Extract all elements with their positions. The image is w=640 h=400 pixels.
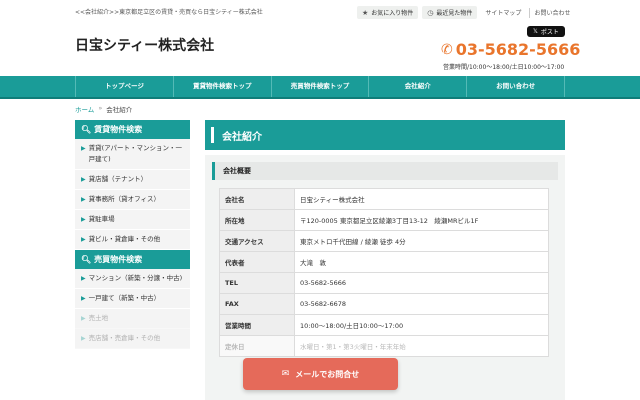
table-row: 営業時間 10:00〜18:00/土日10:00〜17:00: [219, 314, 549, 336]
chevron-right-icon: ▶: [81, 275, 86, 282]
contact-link[interactable]: お問い合わせ: [529, 7, 574, 18]
recent-button[interactable]: ◷ 最近見た物件: [422, 6, 478, 19]
site-logo[interactable]: 日宝シティー株式会社: [75, 35, 214, 55]
sidebar-item-rent-residential[interactable]: ▶ 賃貸(アパート・マンション・一戸建て): [75, 139, 190, 170]
row-key: 会社名: [219, 188, 295, 210]
row-value: 大滝 敦: [294, 251, 549, 273]
row-value: 〒120-0005 東京都足立区綾瀬3丁目13-12 綾瀬MRビル1F: [294, 209, 549, 231]
sidebar-item-rent-parking[interactable]: ▶ 貸駐車場: [75, 210, 190, 230]
page-title-text: 会社紹介: [222, 131, 262, 143]
row-key: 定休日: [219, 335, 295, 357]
business-hours: 営業時間/10:00〜18:00/土日10:00〜17:00: [443, 64, 565, 71]
row-key: 営業時間: [219, 314, 295, 336]
phone-number[interactable]: ✆ 03-5682-5666: [441, 40, 580, 59]
post-label: ポスト: [540, 29, 559, 36]
breadcrumb-separator: »: [98, 104, 103, 112]
row-value: 03-5682-6678: [294, 293, 549, 315]
row-value: 03-5682-5666: [294, 272, 549, 294]
row-key: FAX: [219, 293, 295, 315]
nav-top[interactable]: トップページ: [75, 76, 174, 97]
history-icon: ◷: [427, 8, 434, 17]
sidebar-item-sale-house[interactable]: ▶ 一戸建て（新築・中古）: [75, 289, 190, 309]
sidebar-item-rent-building[interactable]: ▶ 貸ビル・貸倉庫・その他: [75, 230, 190, 250]
rent-search-heading: 🔍︎ 賃貸物件検索: [75, 120, 190, 139]
table-row: 交通アクセス 東京メトロ千代田線 / 綾瀬 徒歩 4分: [219, 230, 549, 252]
phone-icon: ✆: [441, 41, 453, 58]
table-row: 代表者 大滝 敦: [219, 251, 549, 273]
row-value: 東京メトロ千代田線 / 綾瀬 徒歩 4分: [294, 230, 549, 252]
sidebar-item-label: 売土地: [88, 314, 109, 322]
sidebar-item-rent-shop[interactable]: ▶ 貸店舗（テナント）: [75, 170, 190, 190]
sidebar-item-label: 売店舗・売倉庫・その他: [88, 334, 161, 342]
row-key: TEL: [219, 272, 295, 294]
sidebar-item-sale-other[interactable]: ▶ 売店舗・売倉庫・その他: [75, 329, 190, 349]
x-post-button[interactable]: 𝕏 ポスト: [527, 26, 565, 37]
global-nav: トップページ 賃貸物件検索トップ 売買物件検索トップ 会社紹介 お問い合わせ: [0, 76, 640, 99]
search-icon: 🔍︎: [81, 255, 92, 264]
table-row: 会社名 日宝シティー株式会社: [219, 188, 549, 210]
sale-search-list: ▶ マンション（新築・分譲・中古) ▶ 一戸建て（新築・中古） ▶ 売土地 ▶ 売店舗・…: [75, 269, 190, 349]
star-icon: ★: [362, 8, 369, 17]
row-value: 10:00〜18:00/土日10:00〜17:00: [294, 314, 549, 336]
sidebar-item-label: 一戸建て（新築・中古）: [88, 294, 161, 302]
table-row: 定休日 水曜日・第1・第3火曜日・年末年始: [219, 335, 549, 357]
sitemap-link[interactable]: サイトマップ: [481, 8, 525, 18]
rent-search-list: ▶ 賃貸(アパート・マンション・一戸建て) ▶ 貸店舗（テナント） ▶ 貸事務所（貸オ…: [75, 139, 190, 250]
favorites-button[interactable]: ★ お気に入り物件: [357, 6, 419, 19]
sidebar-item-label: 貸事務所（貸オフィス）: [88, 195, 160, 203]
sidebar-item-label: マンション（新築・分譲・中古): [88, 274, 183, 282]
header-tagline: <<会社紹介>>東京都足立区の賃貸・売買なら日宝シティー株式会社: [75, 9, 263, 16]
nav-contact[interactable]: お問い合わせ: [467, 76, 565, 97]
row-value: 日宝シティー株式会社: [294, 188, 549, 210]
sidebar: 🔍︎ 賃貸物件検索 ▶ 賃貸(アパート・マンション・一戸建て) ▶ 貸店舗（テナント…: [75, 120, 190, 349]
page-title: 会社紹介: [205, 120, 565, 150]
site-header: <<会社紹介>>東京都足立区の賃貸・売買なら日宝シティー株式会社 ★ お気に入り…: [0, 0, 640, 76]
row-key: 代表者: [219, 251, 295, 273]
mail-contact-button[interactable]: ✉ メールでお問合せ: [243, 358, 398, 390]
title-accent-bar: [211, 127, 214, 143]
favorites-label: お気に入り物件: [371, 10, 414, 17]
chevron-right-icon: ▶: [81, 236, 86, 243]
nav-sale-search[interactable]: 売買物件検索トップ: [272, 76, 370, 97]
x-icon: 𝕏: [533, 28, 538, 35]
row-value: 水曜日・第1・第3火曜日・年末年始: [294, 335, 549, 357]
chevron-right-icon: ▶: [81, 295, 86, 302]
chevron-right-icon: ▶: [81, 145, 86, 152]
sidebar-item-label: 貸店舗（テナント）: [88, 175, 148, 183]
breadcrumb-home[interactable]: ホーム: [75, 104, 94, 114]
chevron-right-icon: ▶: [81, 216, 86, 223]
sidebar-item-sale-mansion[interactable]: ▶ マンション（新築・分譲・中古): [75, 269, 190, 289]
section-title: 会社概要: [212, 162, 558, 180]
chevron-right-icon: ▶: [81, 176, 86, 183]
mail-contact-label: メールでお問合せ: [295, 369, 360, 379]
company-info-table: 会社名 日宝シティー株式会社 所在地 〒120-0005 東京都足立区綾瀬3丁目13…: [219, 188, 549, 357]
search-icon: 🔍︎: [81, 125, 92, 134]
nav-company[interactable]: 会社紹介: [369, 76, 468, 97]
sidebar-item-label: 貸ビル・貸倉庫・その他: [88, 235, 161, 243]
sidebar-item-label: 賃貸(アパート・マンション・一戸建て): [88, 144, 183, 163]
row-key: 所在地: [219, 209, 295, 231]
table-row: 所在地 〒120-0005 東京都足立区綾瀬3丁目13-12 綾瀬MRビル1F: [219, 209, 549, 231]
recent-label: 最近見た物件: [436, 10, 473, 17]
nav-rent-search[interactable]: 賃貸物件検索トップ: [174, 76, 272, 97]
envelope-icon: ✉: [281, 369, 290, 379]
chevron-right-icon: ▶: [81, 335, 86, 342]
sidebar-item-label: 貸駐車場: [88, 215, 115, 223]
breadcrumb: ホーム » 会社紹介: [75, 104, 132, 114]
row-key: 交通アクセス: [219, 230, 295, 252]
phone-label: 03-5682-5666: [455, 40, 581, 59]
table-row: TEL 03-5682-5666: [219, 272, 549, 294]
header-links: ★ お気に入り物件 ◷ 最近見た物件 サイトマップ お問い合わせ: [357, 6, 574, 19]
chevron-right-icon: ▶: [81, 196, 86, 203]
rent-search-title: 賃貸物件検索: [94, 125, 143, 134]
breadcrumb-current: 会社紹介: [106, 106, 133, 114]
sidebar-item-sale-land[interactable]: ▶ 売土地: [75, 309, 190, 329]
sale-search-title: 売買物件検索: [94, 255, 143, 264]
chevron-right-icon: ▶: [81, 315, 86, 322]
sidebar-item-rent-office[interactable]: ▶ 貸事務所（貸オフィス）: [75, 190, 190, 210]
sale-search-heading: 🔍︎ 売買物件検索: [75, 250, 190, 269]
table-row: FAX 03-5682-6678: [219, 293, 549, 315]
